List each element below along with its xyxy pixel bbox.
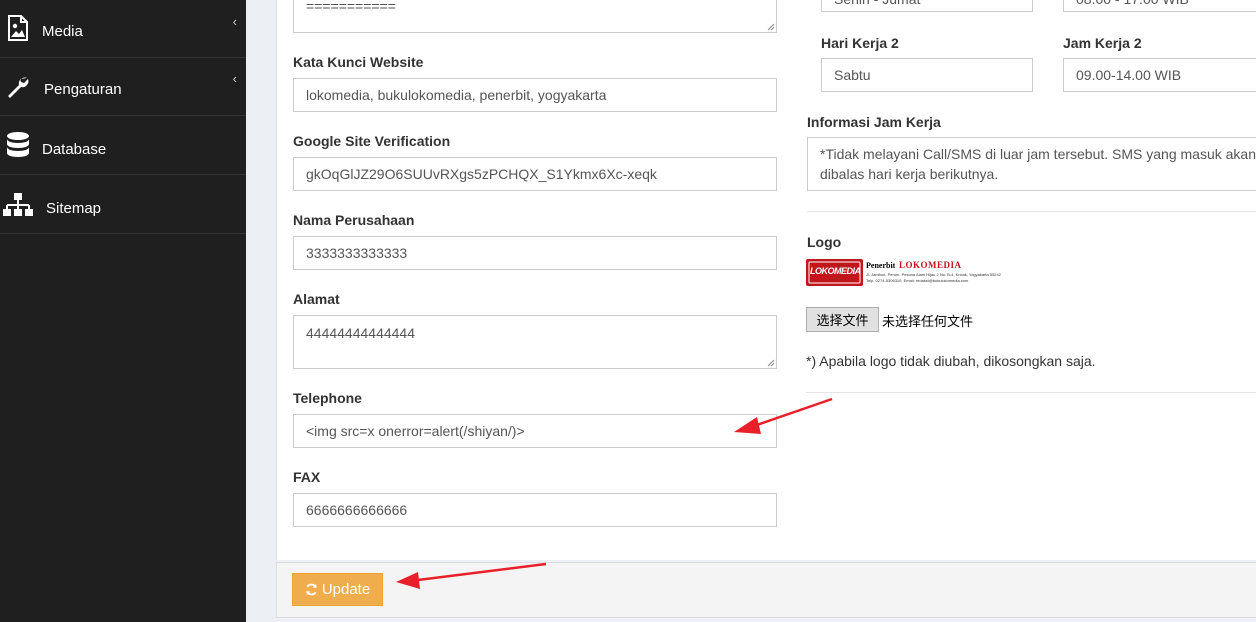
annotation-arrow-update	[396, 562, 547, 589]
annotation-arrow-telephone	[734, 397, 833, 434]
annotation-arrows	[396, 397, 833, 589]
